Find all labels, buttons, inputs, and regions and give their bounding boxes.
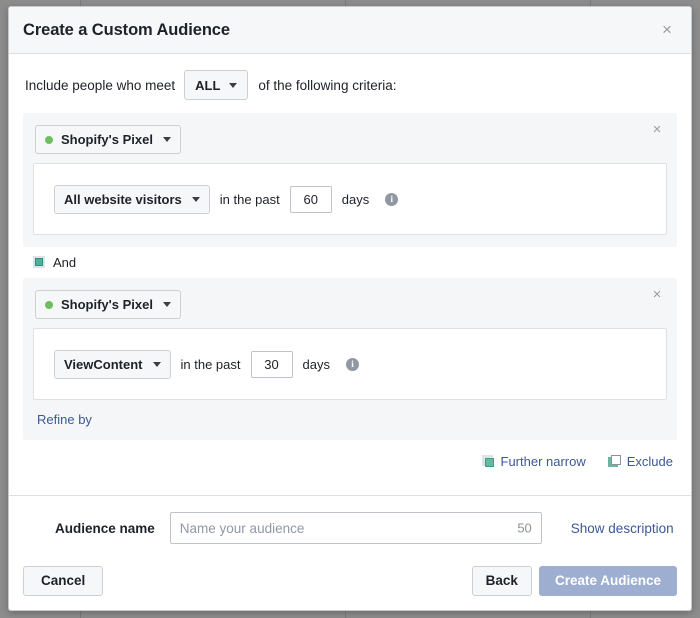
cancel-button[interactable]: Cancel <box>23 566 103 596</box>
criteria-connector: And <box>23 247 677 278</box>
dialog-title: Create a Custom Audience <box>23 21 230 40</box>
audience-name-label: Audience name <box>55 521 155 536</box>
footer-button-row: Cancel Back Create Audience <box>23 566 677 596</box>
criteria-2-rule-box: ViewContent in the past days i <box>33 328 667 400</box>
chevron-down-icon <box>229 83 237 88</box>
info-icon[interactable]: i <box>385 193 398 206</box>
criteria-2-rule: ViewContent in the past days i <box>54 350 359 379</box>
retention-days-input-2[interactable] <box>251 351 293 378</box>
in-the-past-label-1: in the past <box>220 192 280 207</box>
pixel-source-dropdown-1[interactable]: Shopify's Pixel <box>35 125 181 154</box>
and-connector-label: And <box>53 255 76 270</box>
chevron-down-icon <box>153 362 161 367</box>
create-custom-audience-dialog: Create a Custom Audience × Include peopl… <box>8 6 692 611</box>
audience-name-field-wrap: 50 <box>170 512 542 544</box>
close-icon[interactable]: × <box>657 20 677 40</box>
exclude-label: Exclude <box>627 454 673 469</box>
chevron-down-icon <box>163 302 171 307</box>
criteria-1-rule: All website visitors in the past days i <box>54 185 398 214</box>
dialog-body: Include people who meet ALL of the follo… <box>9 54 691 495</box>
exclude-icon <box>608 455 621 468</box>
back-button[interactable]: Back <box>472 566 532 596</box>
include-prefix-label: Include people who meet <box>25 78 175 93</box>
pixel-active-status-icon <box>45 301 53 309</box>
audience-name-input[interactable] <box>170 512 542 544</box>
include-criteria-row: Include people who meet ALL of the follo… <box>23 70 677 100</box>
criteria-2-header: Shopify's Pixel <box>33 288 667 328</box>
chevron-down-icon <box>192 197 200 202</box>
further-narrow-button[interactable]: Further narrow <box>482 454 586 469</box>
include-suffix-label: of the following criteria: <box>258 78 396 93</box>
refine-by-wrap: Refine by <box>23 411 667 440</box>
criteria-group-1: × Shopify's Pixel All website visitors i… <box>23 113 677 247</box>
criteria-1-header: Shopify's Pixel <box>33 123 667 163</box>
chevron-down-icon <box>163 137 171 142</box>
event-dropdown-2[interactable]: ViewContent <box>54 350 171 379</box>
event-value-2: ViewContent <box>64 357 143 372</box>
event-value-1: All website visitors <box>64 192 182 207</box>
audience-name-row: Audience name 50 Show description <box>23 512 677 544</box>
in-the-past-label-2: in the past <box>181 357 241 372</box>
dialog-header: Create a Custom Audience × <box>9 7 691 54</box>
pixel-active-status-icon <box>45 136 53 144</box>
pixel-source-label-1: Shopify's Pixel <box>61 132 153 147</box>
further-narrow-icon <box>482 455 495 468</box>
match-operator-dropdown[interactable]: ALL <box>184 70 248 100</box>
audience-scope-actions: Further narrow Exclude <box>23 440 677 469</box>
pixel-source-dropdown-2[interactable]: Shopify's Pixel <box>35 290 181 319</box>
days-label-2: days <box>303 357 330 372</box>
days-label-1: days <box>342 192 369 207</box>
info-icon[interactable]: i <box>346 358 359 371</box>
event-dropdown-1[interactable]: All website visitors <box>54 185 210 214</box>
exclude-button[interactable]: Exclude <box>608 454 673 469</box>
retention-days-input-1[interactable] <box>290 186 332 213</box>
pixel-source-label-2: Shopify's Pixel <box>61 297 153 312</box>
further-narrow-label: Further narrow <box>501 454 586 469</box>
dialog-footer: Audience name 50 Show description Cancel… <box>9 495 691 610</box>
remove-criteria-2-icon[interactable]: × <box>649 287 665 303</box>
criteria-group-2: × Shopify's Pixel ViewContent in the pas… <box>23 278 677 440</box>
match-operator-value: ALL <box>195 78 220 93</box>
remove-criteria-1-icon[interactable]: × <box>649 122 665 138</box>
criteria-1-rule-box: All website visitors in the past days i <box>33 163 667 235</box>
and-connector-icon <box>33 256 46 269</box>
create-audience-button[interactable]: Create Audience <box>539 566 677 596</box>
show-description-link[interactable]: Show description <box>571 521 674 536</box>
refine-by-link[interactable]: Refine by <box>37 412 92 427</box>
